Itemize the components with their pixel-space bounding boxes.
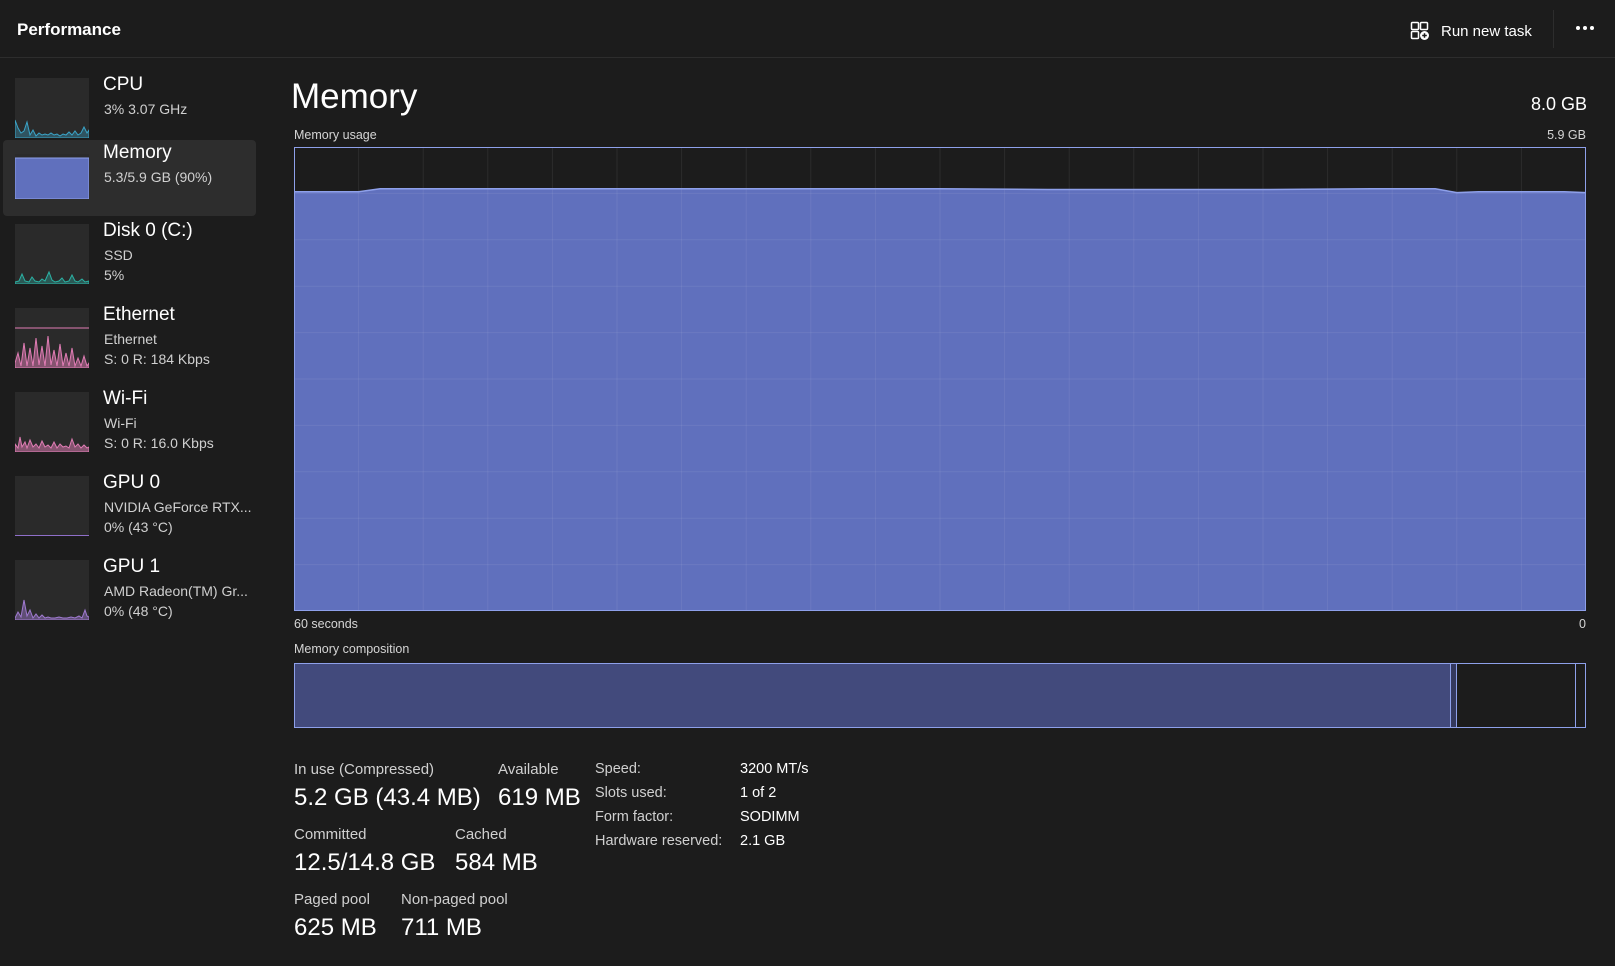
sidebar-item-detail: AMD Radeon(TM) Gr... [104,583,248,599]
gpu0-thumbnail-graph [15,476,89,536]
sidebar: CPU 3% 3.07 GHz Memory 5.3/5.9 GB (90%) … [0,58,262,966]
memory-usage-max: 5.9 GB [1547,128,1586,142]
memory-usage-graph [294,147,1586,611]
sidebar-item-cpu[interactable]: CPU 3% 3.07 GHz [3,72,256,148]
in-use-label: In use (Compressed) [294,761,435,778]
in-use-value: 5.2 GB (43.4 MB) [294,784,481,811]
sidebar-item-gpu-1[interactable]: GPU 1 AMD Radeon(TM) Gr... 0% (48 °C) [3,554,256,630]
sidebar-item-disk[interactable]: Disk 0 (C:) SSD 5% [3,218,256,294]
section-title: Memory [291,77,418,116]
disk-thumbnail-graph [15,224,89,284]
non-paged-pool-label: Non-paged pool [401,891,508,908]
more-options-button[interactable] [1570,16,1600,40]
sidebar-item-label: CPU [103,74,144,95]
memory-thumbnail-graph [15,154,89,199]
hardware-reserved-key: Hardware reserved: [595,833,723,849]
memory-usage-label: Memory usage [294,128,377,142]
toolbar-divider [1553,10,1554,48]
cached-label: Cached [455,826,507,843]
time-end-label: 0 [1579,617,1586,631]
sidebar-item-detail-2: 0% (43 °C) [104,519,173,535]
sidebar-item-detail: SSD [104,247,133,263]
composition-in-use[interactable] [295,664,1451,727]
sidebar-item-ethernet[interactable]: Ethernet Ethernet S: 0 R: 184 Kbps [3,302,256,378]
cached-value: 584 MB [455,849,538,876]
sidebar-item-detail: Ethernet [104,331,157,347]
gpu1-thumbnail-graph [15,560,89,620]
wifi-thumbnail-graph [15,392,89,452]
hardware-reserved-value: 2.1 GB [740,833,786,849]
ethernet-thumbnail-graph [15,308,89,368]
form-factor-value: SODIMM [740,809,800,825]
sidebar-item-detail-2: S: 0 R: 16.0 Kbps [104,435,214,451]
page-title: Performance [17,20,121,39]
composition-standby[interactable] [1457,664,1576,727]
time-span-label: 60 seconds [294,617,358,631]
slots-key: Slots used: [595,785,667,801]
available-label: Available [498,761,559,778]
sidebar-item-memory[interactable]: Memory 5.3/5.9 GB (90%) [3,140,256,216]
sidebar-item-label: GPU 1 [103,556,161,577]
sidebar-item-label: GPU 0 [103,472,161,493]
available-value: 619 MB [498,784,581,811]
sidebar-item-detail: Wi-Fi [104,415,137,431]
paged-pool-label: Paged pool [294,891,370,908]
speed-key: Speed: [595,761,641,777]
run-new-task-button[interactable]: Run new task [1410,18,1532,44]
speed-value: 3200 MT/s [740,761,809,777]
committed-label: Committed [294,826,367,843]
total-memory: 8.0 GB [1530,94,1587,114]
memory-composition-label: Memory composition [294,642,410,656]
form-factor-key: Form factor: [595,809,674,825]
sidebar-item-detail: NVIDIA GeForce RTX... [104,499,252,515]
sidebar-item-label: Memory [103,142,172,163]
run-new-task-label: Run new task [1441,22,1532,40]
sidebar-item-detail-2: S: 0 R: 184 Kbps [104,351,210,367]
committed-value: 12.5/14.8 GB [294,849,436,876]
sidebar-item-gpu-0[interactable]: GPU 0 NVIDIA GeForce RTX... 0% (43 °C) [3,470,256,546]
sidebar-item-label: Disk 0 (C:) [103,220,193,241]
sidebar-item-detail: 5.3/5.9 GB (90%) [104,169,213,185]
memory-composition-bar[interactable] [294,663,1586,728]
sidebar-item-wifi[interactable]: Wi-Fi Wi-Fi S: 0 R: 16.0 Kbps [3,386,256,462]
paged-pool-value: 625 MB [294,914,377,941]
more-horizontal-icon [1576,26,1580,30]
sidebar-item-detail: 3% 3.07 GHz [104,101,188,117]
sidebar-item-label: Ethernet [103,304,175,325]
run-task-icon [1410,21,1429,40]
cpu-thumbnail-graph [15,78,89,138]
slots-value: 1 of 2 [740,785,777,801]
sidebar-item-detail-2: 0% (48 °C) [104,603,173,619]
title-bar: Performance Run new task [0,0,1615,58]
sidebar-item-label: Wi-Fi [103,388,148,409]
sidebar-item-detail-2: 5% [104,267,125,283]
non-paged-pool-value: 711 MB [401,914,482,941]
